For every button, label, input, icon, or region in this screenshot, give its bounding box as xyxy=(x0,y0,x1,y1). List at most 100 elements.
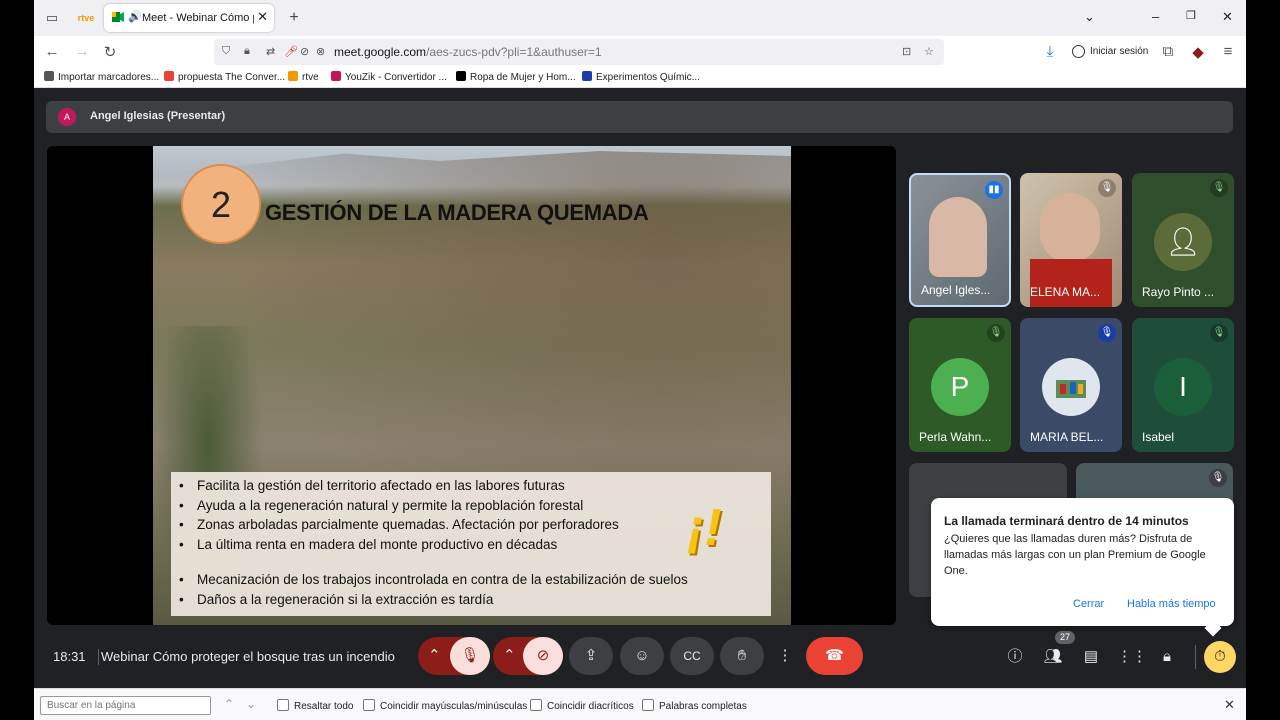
leave-call-icon[interactable]: ☎︎ xyxy=(806,637,863,675)
camera-blocked-icon[interactable]: ⊘ xyxy=(300,45,309,58)
bookmarks-bar: Importar marcadores... propuesta The Con… xyxy=(34,68,1246,88)
microphone-control[interactable]: ⌃ 🎙︎ xyxy=(418,637,490,675)
divider xyxy=(98,649,99,665)
permissions-icon[interactable]: ⇄ xyxy=(266,45,275,58)
raise-hand-icon[interactable]: ✋︎ xyxy=(720,637,764,675)
participant-clothing xyxy=(1030,259,1112,307)
slide-bullet: Daños a la regeneración si la extracción… xyxy=(177,590,771,610)
find-next-icon[interactable]: ⌄ xyxy=(246,697,256,711)
address-bar[interactable]: ⛉ 🔒︎ ⇄ 🎤︎ ⊘ ⊗ meet.google.com/aes-zucs-p… xyxy=(214,39,944,65)
slide-number: 2 xyxy=(181,164,261,244)
bookmark-label: YouZik - Convertidor ... xyxy=(345,72,447,83)
audio-playing-icon[interactable]: 🔊 xyxy=(128,10,142,23)
bookmark-label: propuesta The Conver... xyxy=(178,72,286,83)
bookmark-label: Experimentos Químic... xyxy=(596,72,700,83)
participant-avatar: 👤︎ xyxy=(1154,213,1212,271)
checkbox-label: Palabras completas xyxy=(659,701,747,712)
activities-icon[interactable]: ⋮⋮ xyxy=(1117,645,1147,669)
bookmark-item[interactable]: Ropa de Mujer y Hom... xyxy=(456,71,576,83)
popup-more-time-button[interactable]: Habla más tiempo xyxy=(1127,598,1216,610)
checkbox-icon xyxy=(277,699,289,711)
chevron-down-icon[interactable]: ⌄ xyxy=(1084,9,1095,25)
info-icon[interactable]: ⓘ xyxy=(1003,645,1027,669)
back-icon[interactable]: ← xyxy=(42,43,62,60)
mic-off-icon[interactable]: 🎙︎ xyxy=(450,637,490,675)
minimize-icon[interactable]: – xyxy=(1152,9,1159,24)
bookmark-item[interactable]: YouZik - Convertidor ... xyxy=(331,71,447,83)
present-screen-icon[interactable]: ⇪ xyxy=(569,637,613,675)
group-photo-icon xyxy=(1056,380,1086,398)
emoji-icon[interactable]: ☺ xyxy=(620,637,664,675)
more-options-icon[interactable]: ⋮ xyxy=(771,637,799,675)
checkbox-icon xyxy=(642,699,654,711)
install-app-icon[interactable]: ⊡ xyxy=(902,45,911,58)
host-controls-icon[interactable]: 🔒︎ xyxy=(1155,645,1179,669)
rtve-tab-icon[interactable]: rtve xyxy=(76,8,96,28)
mic-muted-icon: 🎙︎ xyxy=(1098,179,1116,197)
checkbox-label: Coincidir mayúsculas/minúsculas xyxy=(380,701,528,712)
signin-button[interactable]: Iniciar sesión xyxy=(1068,40,1150,64)
find-previous-icon[interactable]: ⌃ xyxy=(224,697,234,711)
tracking-blocked-icon[interactable]: ⊗ xyxy=(316,45,325,58)
downloads-icon[interactable]: ⤓ xyxy=(1040,43,1060,60)
bookmark-item[interactable]: Experimentos Químic... xyxy=(582,71,700,83)
checkbox-label: Coincidir diacríticos xyxy=(547,701,634,712)
bookmark-star-icon[interactable]: ☆ xyxy=(924,45,934,58)
meeting-time: 18:31 xyxy=(53,649,86,664)
presenter-avatar: A xyxy=(58,108,76,126)
chat-icon[interactable]: ▤ xyxy=(1079,645,1103,669)
match-diacritics-checkbox[interactable]: Coincidir diacríticos xyxy=(530,699,634,712)
reload-icon[interactable]: ↻ xyxy=(100,43,120,61)
captions-icon[interactable]: CC xyxy=(670,637,714,675)
camera-control[interactable]: ⌃ ⊘ xyxy=(493,637,563,675)
speaking-indicator-icon: ▮▮ xyxy=(985,181,1003,199)
slide-bullet: La última renta en madera del monte prod… xyxy=(177,535,771,555)
microphone-permission-icon[interactable]: 🎤︎ xyxy=(284,45,298,58)
tab-overview-icon[interactable]: ▭ xyxy=(42,8,62,28)
participant-tile[interactable]: 🎙︎ ELENA MA... xyxy=(1020,173,1122,307)
bookmark-item[interactable]: rtve xyxy=(288,71,319,83)
people-icon[interactable]: 👥︎ xyxy=(1041,645,1065,669)
shield-icon[interactable]: ⛉ xyxy=(222,45,230,58)
lock-icon[interactable]: 🔒︎ xyxy=(244,45,250,58)
participant-tile[interactable]: 👤︎ 🎙︎ Rayo Pinto ... xyxy=(1132,173,1234,307)
forward-icon[interactable]: → xyxy=(72,43,92,60)
match-case-checkbox[interactable]: Coincidir mayúsculas/minúsculas xyxy=(363,699,527,712)
experimentos-icon xyxy=(582,71,592,81)
mic-muted-icon: 🎙︎ xyxy=(1210,179,1228,197)
camera-options-chevron-icon[interactable]: ⌃ xyxy=(503,637,516,675)
participant-avatar: P xyxy=(931,358,989,416)
participant-tile[interactable]: P 🎙︎ Perla Wahn... xyxy=(909,318,1011,452)
tab-meet[interactable]: 🔊 Meet - Webinar Cómo prot ✕ xyxy=(104,4,274,32)
highlight-all-checkbox[interactable]: Resaltar todo xyxy=(277,699,353,712)
meet-favicon-icon xyxy=(112,12,124,22)
mic-muted-icon: 🎙︎ xyxy=(1098,324,1116,342)
mic-options-chevron-icon[interactable]: ⌃ xyxy=(428,637,441,675)
close-find-bar-icon[interactable]: ✕ xyxy=(1224,697,1235,713)
participant-name: Rayo Pinto ... xyxy=(1142,285,1215,299)
restore-icon[interactable]: ❐ xyxy=(1186,9,1196,22)
url-text[interactable]: meet.google.com/aes-zucs-pdv?pli=1&authu… xyxy=(334,45,602,59)
account-icon xyxy=(1072,45,1085,58)
participant-tile[interactable]: ▮▮ Angel Igles... xyxy=(909,173,1011,307)
slide-bullet: Ayuda a la regeneración natural y permit… xyxy=(177,496,771,516)
extensions-icon[interactable]: ⧉ xyxy=(1158,43,1178,60)
popup-close-button[interactable]: Cerrar xyxy=(1073,598,1104,610)
participant-tile[interactable]: 🎙︎ MARIA BEL... xyxy=(1020,318,1122,452)
slide-bullet: Mecanización de los trabajos incontrolad… xyxy=(177,570,771,590)
find-input[interactable] xyxy=(40,696,211,715)
camera-off-icon[interactable]: ⊘ xyxy=(523,637,563,675)
presentation-stage[interactable]: 2 GESTIÓN DE LA MADERA QUEMADA Facilita … xyxy=(47,146,896,625)
whole-words-checkbox[interactable]: Palabras completas xyxy=(642,699,747,712)
checkbox-icon xyxy=(363,699,375,711)
menu-icon[interactable]: ≡ xyxy=(1218,43,1238,60)
participant-name: Isabel xyxy=(1142,430,1175,444)
participant-tile[interactable]: I 🎙︎ Isabel xyxy=(1132,318,1234,452)
bookmark-item[interactable]: Importar marcadores... xyxy=(44,71,159,83)
new-tab-icon[interactable]: + xyxy=(284,8,304,28)
close-tab-icon[interactable]: ✕ xyxy=(257,9,268,25)
bookmark-item[interactable]: propuesta The Conver... xyxy=(164,71,285,83)
close-window-icon[interactable]: ✕ xyxy=(1222,9,1233,25)
timer-icon[interactable]: ⏱︎ xyxy=(1204,641,1236,673)
addon-icon[interactable]: ◆ xyxy=(1188,43,1208,61)
